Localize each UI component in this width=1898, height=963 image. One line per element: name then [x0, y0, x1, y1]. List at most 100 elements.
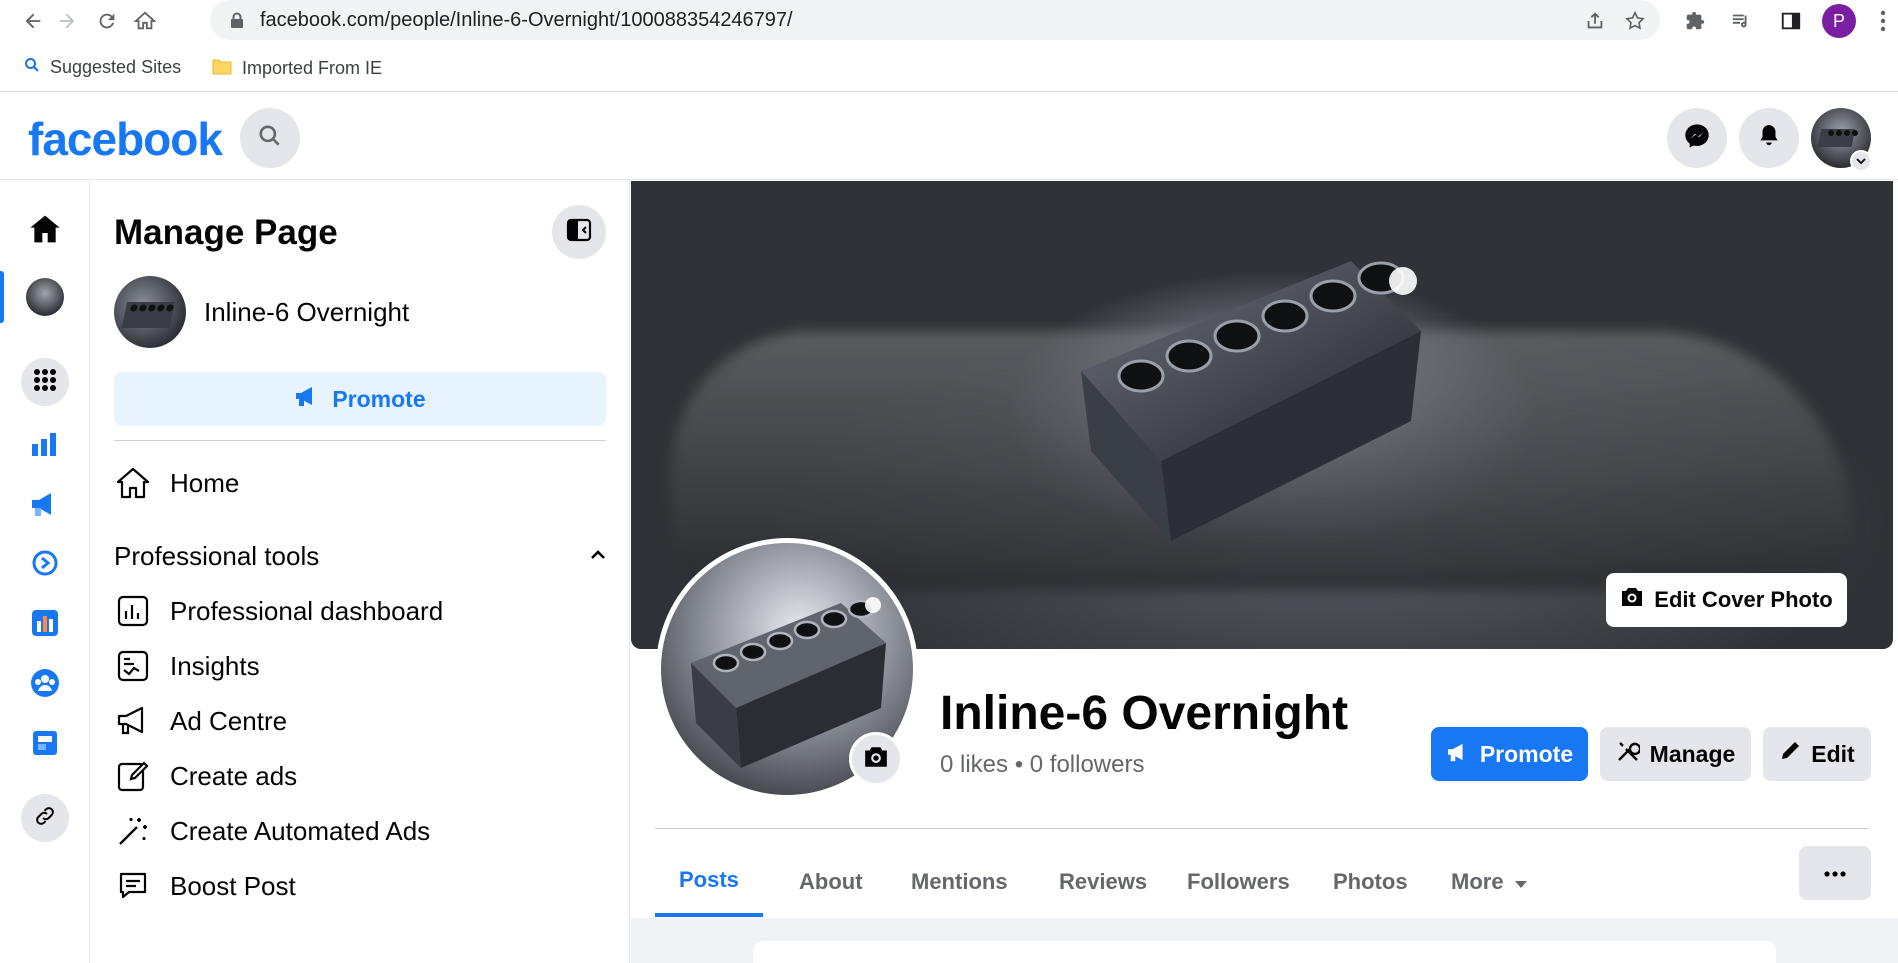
creative-icon: [31, 729, 59, 762]
media-icon[interactable]: [1726, 6, 1756, 36]
menu-item-professional-dashboard[interactable]: Professional dashboard: [114, 586, 606, 636]
tab-posts[interactable]: Posts: [655, 847, 763, 917]
menu-item-home[interactable]: Home: [114, 458, 606, 508]
address-bar[interactable]: facebook.com/people/Inline-6-Overnight/1…: [210, 0, 1660, 40]
promote-page-button[interactable]: Promote: [1431, 727, 1588, 781]
notifications-button[interactable]: [1739, 108, 1799, 168]
rail-active-indicator: [0, 271, 4, 323]
main-content: Edit Cover Photo Inline-6 Overnight 0 li…: [631, 181, 1898, 963]
page-avatar[interactable]: [114, 276, 186, 348]
menu-item-create-ads[interactable]: Create ads: [114, 751, 606, 801]
rail-home[interactable]: [20, 206, 70, 256]
professional-tools-header[interactable]: Professional tools: [114, 536, 606, 576]
rail-insights[interactable]: [20, 421, 70, 471]
rail-business[interactable]: [20, 540, 70, 590]
page-name[interactable]: Inline-6 Overnight: [204, 297, 409, 328]
bar-chart-icon: [30, 430, 60, 463]
search-icon: [257, 123, 283, 154]
tab-about[interactable]: About: [775, 847, 887, 917]
menu-item-create-automated-ads[interactable]: Create Automated Ads: [114, 806, 606, 856]
extensions-icon[interactable]: [1680, 6, 1710, 36]
bookmark-label: Suggested Sites: [50, 57, 182, 77]
search-button[interactable]: [240, 108, 300, 168]
promote-button[interactable]: Promote: [114, 372, 606, 426]
bookmark-label: Imported From IE: [242, 58, 383, 78]
forward-icon[interactable]: [52, 6, 82, 36]
edit-button[interactable]: Edit: [1763, 727, 1871, 781]
manage-page-title: Manage Page: [114, 213, 338, 252]
rail-links[interactable]: [21, 794, 69, 842]
bookmarks-bar: Suggested Sites Imported From IE: [0, 44, 1898, 92]
menu-item-label: Ad Centre: [170, 705, 288, 736]
likes-followers-count[interactable]: 0 likes • 0 followers: [940, 751, 1144, 779]
rail-ad-centre[interactable]: [20, 481, 70, 531]
tab-mentions[interactable]: Mentions: [887, 847, 1032, 917]
menu-item-label: Insights: [170, 650, 260, 681]
magic-wand-icon: [114, 812, 152, 850]
share-icon[interactable]: [1580, 6, 1610, 36]
manage-page-panel: Manage Page Inline-6 Overnight Promote H…: [90, 181, 630, 963]
rail-all-tools[interactable]: [21, 358, 69, 406]
browser-toolbar: facebook.com/people/Inline-6-Overnight/1…: [0, 0, 1898, 40]
rail-analytics[interactable]: [20, 600, 70, 650]
pencil-icon: [1779, 740, 1801, 768]
screen: facebook.com/people/Inline-6-Overnight/1…: [0, 0, 1898, 963]
tab-followers[interactable]: Followers: [1163, 847, 1314, 917]
url-text: facebook.com/people/Inline-6-Overnight/1…: [260, 9, 793, 31]
rail-audience[interactable]: [20, 660, 70, 710]
section-label: Professional tools: [114, 540, 320, 571]
tab-photos[interactable]: Photos: [1309, 847, 1432, 917]
menu-item-ad-centre[interactable]: Ad Centre: [114, 696, 606, 746]
menu-item-insights[interactable]: Insights: [114, 641, 606, 691]
more-options-button[interactable]: [1799, 846, 1871, 900]
bell-icon: [1756, 123, 1782, 154]
menu-item-boost-post[interactable]: Boost Post: [114, 861, 606, 911]
manage-label: Manage: [1649, 740, 1736, 767]
manage-button[interactable]: Manage: [1600, 727, 1751, 781]
tab-more[interactable]: More: [1427, 847, 1552, 917]
star-icon[interactable]: [1620, 6, 1650, 36]
tabs-divider: [655, 828, 1869, 829]
facebook-logo[interactable]: facebook: [28, 112, 223, 166]
browser-profile-avatar[interactable]: P: [1822, 4, 1856, 38]
promote-label: Promote: [1479, 740, 1574, 767]
chevron-down-icon[interactable]: [1850, 150, 1872, 172]
people-icon: [30, 668, 60, 703]
home-icon: [29, 214, 61, 249]
megaphone-icon: [29, 490, 61, 523]
content-card-top: [753, 941, 1776, 963]
chevron-up-icon: [590, 547, 606, 565]
page-avatar-icon: [26, 278, 64, 316]
rail-page[interactable]: [20, 272, 70, 322]
menu-item-label: Home: [170, 467, 240, 498]
folder-icon: [212, 57, 232, 80]
ellipsis-icon: [1823, 864, 1847, 882]
camera-icon: [863, 745, 889, 774]
search-icon: [24, 57, 40, 78]
home-browser-icon[interactable]: [130, 6, 160, 36]
divider: [114, 440, 606, 441]
tab-reviews[interactable]: Reviews: [1035, 847, 1171, 917]
menu-item-label: Professional dashboard: [170, 595, 444, 626]
side-panel-icon[interactable]: [1776, 6, 1806, 36]
promote-label: Promote: [332, 385, 426, 412]
bookmark-imported-from-ie[interactable]: Imported From IE: [212, 57, 382, 80]
collapse-panel-button[interactable]: [552, 205, 606, 259]
kebab-menu-icon[interactable]: [1868, 6, 1898, 36]
home-outline-icon: [114, 464, 152, 502]
sidebar-toggle-icon: [566, 218, 592, 247]
edit-cover-photo-button[interactable]: Edit Cover Photo: [1606, 573, 1847, 627]
menu-item-label: Create Automated Ads: [170, 815, 431, 846]
back-icon[interactable]: [18, 6, 48, 36]
rail-creative[interactable]: [20, 720, 70, 770]
reload-icon[interactable]: [92, 6, 122, 36]
facebook-header: facebook: [0, 96, 1898, 180]
megaphone-icon: [294, 385, 320, 413]
menu-item-label: Create ads: [170, 760, 298, 791]
left-icon-rail: [0, 181, 90, 963]
messenger-button[interactable]: [1667, 108, 1727, 168]
update-profile-picture-button[interactable]: [849, 732, 903, 786]
bookmark-suggested-sites[interactable]: Suggested Sites: [24, 57, 181, 78]
page-title: Inline-6 Overnight: [940, 687, 1349, 740]
link-icon: [33, 804, 57, 833]
